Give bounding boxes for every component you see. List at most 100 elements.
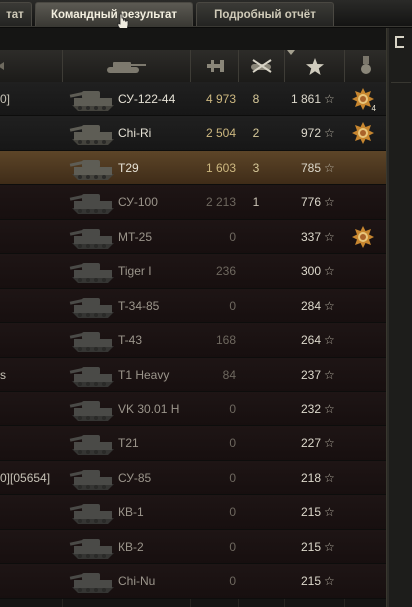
damage-icon: [207, 60, 224, 72]
tab-team-result[interactable]: Командный результат: [35, 2, 193, 26]
vehicle-name: КВ-2: [118, 539, 144, 554]
damage-value: 168: [215, 333, 236, 348]
kills-value: 2: [252, 126, 260, 141]
experience-star-icon: ☆: [324, 436, 335, 451]
damage-value: 0: [229, 401, 236, 416]
experience-star-icon: ☆: [324, 264, 335, 279]
kills-value: 1: [252, 195, 260, 210]
vehicle-name: СУ-122-44: [118, 92, 176, 106]
column-player-header[interactable]: [0, 50, 62, 82]
column-medals-header[interactable]: [344, 50, 386, 82]
table-row[interactable]: s T1 Heavy 84 237 ☆: [0, 357, 386, 392]
vehicle-image: [68, 464, 116, 492]
experience-star-icon: ☆: [324, 92, 335, 106]
table-row[interactable]: T29 1 603 3 785 ☆: [0, 150, 386, 186]
table-row[interactable]: VK 30.01 H 0 232 ☆: [0, 391, 386, 427]
experience-value: 264: [300, 333, 321, 348]
table-row[interactable]: Tiger I 236 300 ☆: [0, 254, 386, 289]
column-damage-header[interactable]: [190, 50, 238, 82]
vehicle-name: Tiger I: [118, 264, 152, 279]
team-results-list: 0] СУ-122-44 4 973 8 1 861 ☆ 4 Chi-Ri 2 …: [0, 82, 386, 599]
experience-star-icon: ☆: [324, 333, 335, 348]
experience-value: 215: [300, 505, 321, 520]
damage-value: 0: [229, 436, 236, 451]
results-table-header: [0, 50, 386, 83]
vehicle-name: Chi-Nu: [118, 574, 156, 589]
table-row[interactable]: Chi-Nu 0 215 ☆: [0, 564, 386, 599]
table-row[interactable]: СУ-100 2 213 1 776 ☆: [0, 185, 386, 220]
kills-icon: [251, 59, 272, 73]
experience-value: 215: [300, 574, 321, 589]
table-row[interactable]: 0] СУ-122-44 4 973 8 1 861 ☆ 4: [0, 82, 386, 117]
experience-value: 300: [300, 264, 321, 279]
table-row[interactable]: MT-25 0 337 ☆: [0, 219, 386, 255]
achievement-medal-icon[interactable]: [352, 225, 374, 248]
table-row[interactable]: T-43 168 264 ☆: [0, 323, 386, 358]
player-name[interactable]: s: [0, 358, 6, 391]
table-row[interactable]: Chi-Ri 2 504 2 972 ☆: [0, 116, 386, 151]
medal-icon: [361, 56, 371, 74]
experience-star-icon: ☆: [324, 298, 335, 313]
experience-star-icon: ☆: [324, 126, 335, 141]
vehicle-image: [68, 498, 116, 526]
player-name[interactable]: 0]: [0, 82, 10, 115]
vehicle-name: T-34-85: [118, 298, 160, 313]
achievement-medal-icon[interactable]: [352, 122, 374, 145]
experience-value: 227: [300, 436, 321, 451]
enemy-team-panel-edge: [387, 28, 412, 607]
damage-value: 0: [229, 505, 236, 520]
vehicle-image: [68, 188, 116, 216]
achievement-medal-icon[interactable]: 4: [352, 88, 376, 113]
experience-value: 215: [300, 539, 321, 554]
tank-icon: [107, 62, 146, 73]
vehicle-name: T-43: [118, 333, 143, 348]
vehicle-image: [68, 567, 116, 595]
experience-value: 776: [300, 195, 321, 210]
vehicle-image: [68, 326, 116, 354]
experience-star-icon: ☆: [324, 574, 335, 589]
table-row[interactable]: КВ-2 0 215 ☆: [0, 529, 386, 565]
experience-value: 337: [300, 229, 321, 244]
column-kills-header[interactable]: [238, 50, 284, 82]
column-vehicle-header[interactable]: [62, 50, 190, 82]
tab-personal-result[interactable]: тат: [0, 2, 32, 26]
panel-corner-icon: [395, 36, 404, 48]
experience-value: 785: [300, 160, 321, 175]
experience-star-icon: ☆: [324, 505, 335, 520]
table-row[interactable]: T21 0 227 ☆: [0, 426, 386, 461]
damage-value: 4 973: [205, 92, 236, 106]
experience-value: 972: [300, 126, 321, 141]
player-name[interactable]: 0][05654]: [0, 461, 50, 494]
vehicle-image: [68, 533, 116, 561]
experience-star-icon: ☆: [324, 229, 335, 244]
experience-value: 232: [300, 401, 321, 416]
damage-value: 0: [229, 574, 236, 589]
damage-value: 0: [229, 229, 236, 244]
vehicle-name: СУ-100: [118, 195, 158, 210]
vehicle-image: [68, 154, 116, 182]
vehicle-name: T29: [118, 160, 139, 175]
table-row[interactable]: 0][05654] СУ-85 0 218 ☆: [0, 460, 386, 496]
damage-value: 2 504: [205, 126, 236, 141]
table-row[interactable]: T-34-85 0 284 ☆: [0, 288, 386, 324]
tab-detailed-report[interactable]: Подробный отчёт: [196, 2, 334, 26]
experience-star-icon: ☆: [324, 539, 335, 554]
experience-star-icon: ☆: [324, 195, 335, 210]
experience-star-icon: ☆: [324, 470, 335, 485]
table-row[interactable]: КВ-1 0 215 ☆: [0, 495, 386, 530]
vehicle-image: [68, 361, 116, 389]
vehicle-image: [68, 119, 116, 147]
experience-star-icon: ☆: [324, 367, 335, 382]
experience-star-icon: [306, 58, 324, 75]
vehicle-name: VK 30.01 H: [118, 401, 180, 416]
kills-value: 8: [252, 92, 260, 106]
kills-value: 3: [252, 160, 260, 175]
experience-star-icon: ☆: [324, 160, 335, 175]
experience-value: 237: [300, 367, 321, 382]
experience-value: 1 861: [290, 92, 321, 106]
vehicle-image: [68, 395, 116, 423]
damage-value: 0: [229, 539, 236, 554]
experience-value: 218: [300, 470, 321, 485]
sort-arrow-icon: [0, 62, 4, 70]
vehicle-image: [68, 429, 116, 457]
